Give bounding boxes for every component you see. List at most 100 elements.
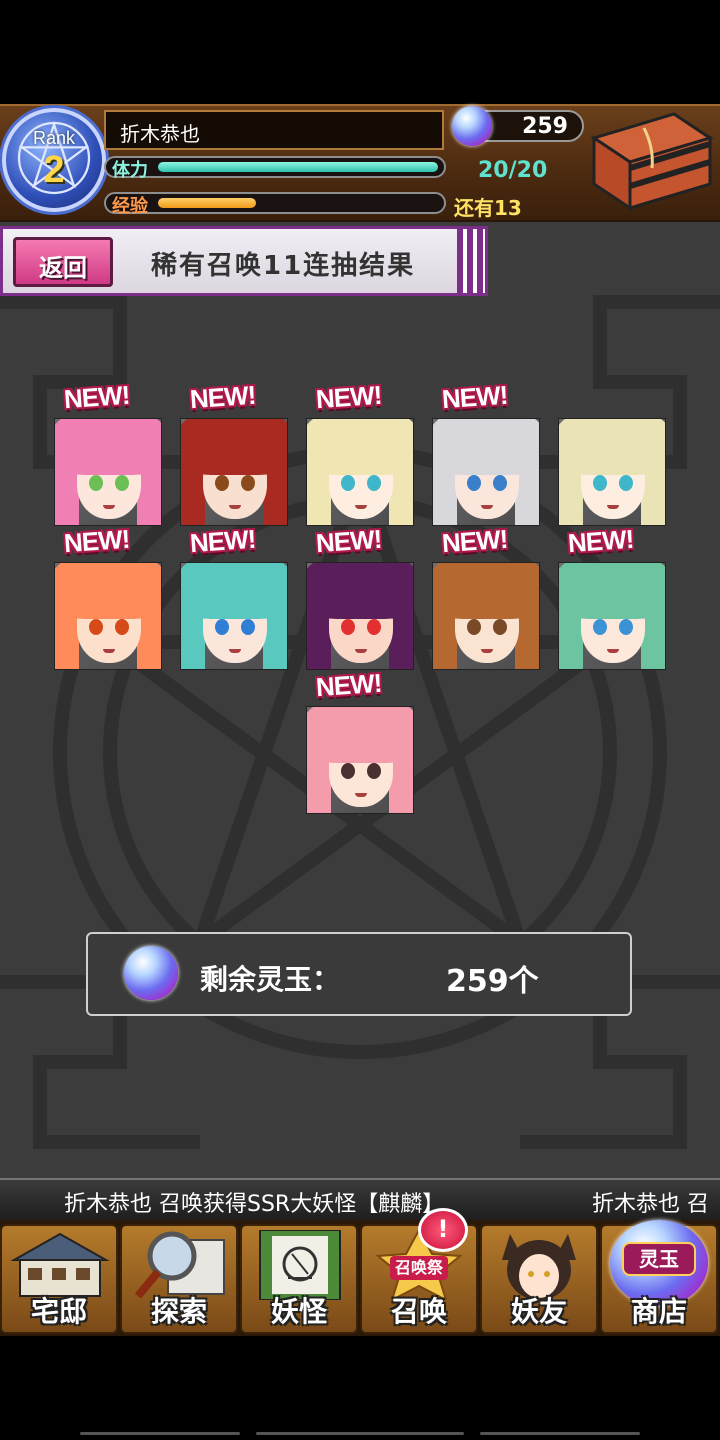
- eye: [215, 619, 229, 635]
- eye: [367, 763, 381, 779]
- nav-yokai[interactable]: 妖怪: [240, 1224, 358, 1334]
- hair: [433, 563, 539, 619]
- hair: [307, 563, 413, 619]
- exp-bar: 经验: [104, 192, 446, 217]
- yokai-portrait: [432, 418, 540, 526]
- gem-counter[interactable]: 259: [452, 106, 584, 146]
- title-decoration: [457, 229, 485, 293]
- eye: [241, 475, 255, 491]
- eye: [493, 619, 507, 635]
- nav-mansion[interactable]: 宅邸: [0, 1224, 118, 1334]
- summon-result-card[interactable]: NEW!: [306, 668, 414, 814]
- system-nav-indicator: [480, 1432, 640, 1435]
- eye: [367, 475, 381, 491]
- yokai-portrait: [558, 418, 666, 526]
- ticker-message-repeat: 折木恭也 召: [592, 1192, 709, 1217]
- back-button-label: 返回: [39, 254, 87, 282]
- summon-result-card[interactable]: NEW!: [432, 524, 540, 670]
- player-name: 折木恭也: [120, 122, 200, 146]
- gem-icon: [452, 106, 492, 146]
- eye: [341, 475, 355, 491]
- yokai-portrait: [558, 562, 666, 670]
- exp-remaining: 还有13: [454, 196, 522, 220]
- bottom-nav: 宅邸 探索 妖怪 召唤祭 召唤 妖友 灵玉 商店: [0, 1220, 720, 1336]
- hair: [55, 563, 161, 619]
- hair: [307, 419, 413, 475]
- player-name-box: 折木恭也: [104, 110, 444, 150]
- eye: [89, 475, 103, 491]
- new-badge: NEW!: [188, 523, 257, 559]
- hair: [307, 707, 413, 763]
- nav-label: 妖友: [510, 1295, 567, 1328]
- new-badge: NEW!: [62, 523, 131, 559]
- rank-value: 2: [43, 149, 65, 191]
- yokai-portrait: [306, 706, 414, 814]
- new-badge: NEW!: [566, 523, 635, 559]
- summon-alert-badge: !: [418, 1208, 468, 1252]
- eye: [593, 475, 607, 491]
- treasure-chest-icon[interactable]: [584, 108, 716, 212]
- eye: [341, 619, 355, 635]
- eye: [115, 619, 129, 635]
- news-ticker: 折木恭也 召唤获得SSR大妖怪【麒麟】 折木恭也 召: [0, 1178, 720, 1220]
- eye: [115, 475, 129, 491]
- eye: [593, 619, 607, 635]
- spirit-jade-icon: [124, 946, 178, 1000]
- yokai-portrait: [54, 562, 162, 670]
- system-nav-indicator: [256, 1432, 464, 1435]
- hair: [181, 419, 287, 475]
- eye: [215, 475, 229, 491]
- stamina-bar: 体力: [104, 156, 446, 181]
- summon-result-card[interactable]: [558, 418, 666, 526]
- rank-badge[interactable]: Rank 2: [2, 108, 106, 212]
- hair: [559, 419, 665, 475]
- hair: [55, 419, 161, 475]
- new-badge: NEW!: [314, 667, 383, 703]
- summon-result-card[interactable]: NEW!: [180, 524, 288, 670]
- yokai-portrait: [180, 418, 288, 526]
- eye: [467, 475, 481, 491]
- system-nav-area: [0, 1336, 720, 1440]
- yokai-portrait: [180, 562, 288, 670]
- nav-label: 宅邸: [30, 1295, 87, 1328]
- summon-badge-label: 召唤祭: [394, 1258, 443, 1277]
- ticker-message: 折木恭也 召唤获得SSR大妖怪【麒麟】: [64, 1192, 445, 1217]
- nav-label: 妖怪: [270, 1295, 327, 1328]
- nav-label: 召唤: [390, 1295, 447, 1328]
- hair: [559, 563, 665, 619]
- nav-explore[interactable]: 探索: [120, 1224, 238, 1334]
- new-badge: NEW!: [440, 379, 509, 415]
- page-title-bar: 返回 稀有召唤11连抽结果: [0, 226, 488, 296]
- summon-result-card[interactable]: NEW!: [306, 524, 414, 670]
- summon-result-card[interactable]: NEW!: [54, 380, 162, 526]
- nav-friends[interactable]: 妖友: [480, 1224, 598, 1334]
- remaining-value: 259个: [446, 964, 539, 999]
- summon-result-card[interactable]: NEW!: [306, 380, 414, 526]
- nav-shop[interactable]: 灵玉 商店: [600, 1220, 718, 1334]
- yokai-portrait: [306, 418, 414, 526]
- yokai-portrait: [306, 562, 414, 670]
- summon-result-card[interactable]: NEW!: [432, 380, 540, 526]
- summon-result-card[interactable]: NEW!: [180, 380, 288, 526]
- new-badge: NEW!: [188, 379, 257, 415]
- stamina-label: 体力: [112, 160, 148, 181]
- summon-result-card[interactable]: NEW!: [54, 524, 162, 670]
- stamina-fill: [158, 162, 438, 172]
- exp-label: 经验: [112, 196, 148, 217]
- remaining-gems-panel: 剩余灵玉： 259个: [86, 932, 632, 1016]
- new-badge: NEW!: [314, 379, 383, 415]
- hair: [181, 563, 287, 619]
- new-badge: NEW!: [440, 523, 509, 559]
- remaining-label: 剩余灵玉：: [200, 963, 341, 996]
- hair: [433, 419, 539, 475]
- rank-label: Rank: [32, 128, 76, 148]
- eye: [619, 475, 633, 491]
- yokai-portrait: [54, 418, 162, 526]
- eye: [467, 619, 481, 635]
- nav-label: 探索: [150, 1295, 207, 1328]
- new-badge: NEW!: [314, 523, 383, 559]
- player-header: Rank 2 折木恭也 体力 经验 259 20/20 还有13: [0, 104, 720, 222]
- back-button[interactable]: 返回: [13, 237, 113, 287]
- summon-result-card[interactable]: NEW!: [558, 524, 666, 670]
- yokai-portrait: [432, 562, 540, 670]
